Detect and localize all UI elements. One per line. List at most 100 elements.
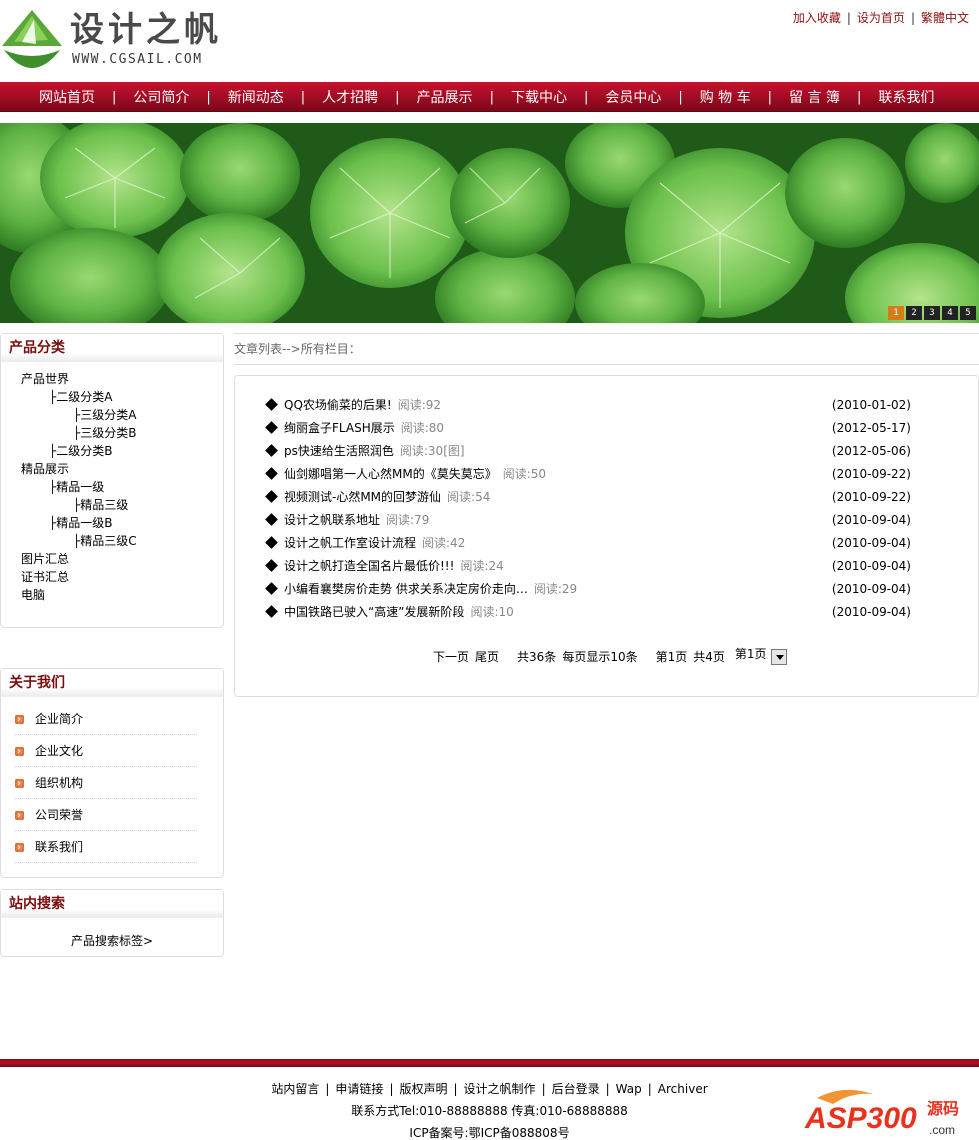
article-date: (2010-09-04) (831, 536, 911, 550)
article-title[interactable]: 绚丽盒子FLASH展示 (284, 421, 395, 435)
about-item-profile[interactable]: 企业简介 (15, 703, 197, 736)
article-title[interactable]: QQ农场偷菜的后果! (284, 398, 392, 412)
site-logo[interactable]: 设计之帆 WWW.CGSAIL.COM (0, 4, 240, 72)
nav-item-products[interactable]: 产品展示 (400, 87, 490, 107)
article-title[interactable]: 设计之帆联系地址 (284, 513, 380, 527)
about-item-honors[interactable]: 公司荣誉 (15, 799, 197, 832)
separator: | (389, 1082, 394, 1096)
nav-item-about[interactable]: 公司简介 (116, 87, 206, 107)
total-pages: 共4页 (693, 650, 725, 664)
separator: | (325, 1082, 330, 1096)
nav-item-members[interactable]: 会员中心 (588, 87, 678, 107)
footer-link-apply[interactable]: 申请链接 (335, 1082, 383, 1096)
asp300-watermark-logo: ASP300 源码 .com (804, 1089, 959, 1137)
about-item-label: 企业简介 (35, 712, 84, 726)
chevron-down-icon[interactable] (770, 648, 787, 665)
black-diamond-icon (265, 559, 278, 572)
article-title[interactable]: 视频测试-心然MM的回梦游仙 (284, 490, 441, 504)
nav-item-news[interactable]: 新闻动态 (211, 87, 301, 107)
about-us-title: 关于我们 (1, 669, 223, 697)
category-item[interactable]: ├精品三级 (1, 496, 223, 514)
footer-link-message[interactable]: 站内留言 (271, 1082, 319, 1096)
article-title[interactable]: 设计之帆打造全国名片最低价!!! (284, 559, 454, 573)
nav-item-contact[interactable]: 联系我们 (861, 87, 951, 107)
hero-banner[interactable]: 1 2 3 4 5 (0, 123, 979, 323)
nav-item-jobs[interactable]: 人才招聘 (305, 87, 395, 107)
article-title[interactable]: 仙剑娜唱第一人心然MM的《莫失莫忘》 (284, 467, 497, 481)
black-diamond-icon (265, 582, 278, 595)
banner-page-3[interactable]: 3 (924, 306, 940, 320)
black-diamond-icon (265, 467, 278, 480)
article-reads: 阅读:54 (447, 490, 491, 504)
category-item[interactable]: ├精品三级C (1, 532, 223, 550)
category-item[interactable]: 精品展示 (1, 460, 223, 478)
article-date: (2010-09-04) (831, 513, 911, 527)
banner-page-5[interactable]: 5 (960, 306, 976, 320)
orange-arrow-bullet-icon (15, 736, 24, 768)
category-item[interactable]: ├精品一级B (1, 514, 223, 532)
separator: | (605, 1082, 610, 1096)
article-date: (2010-09-04) (831, 559, 911, 573)
article-reads: 阅读:29 (533, 582, 578, 596)
black-diamond-icon (265, 444, 278, 457)
footer-link-copyright[interactable]: 版权声明 (399, 1082, 447, 1096)
site-search-box: 站内搜索 产品搜索标签> (0, 889, 224, 957)
article-reads: 阅读:24 (460, 559, 504, 573)
article-date: (2010-09-22) (831, 467, 911, 481)
page-select[interactable]: 第1页 (735, 647, 793, 665)
next-page-link[interactable]: 下一页 (433, 648, 469, 665)
nav-item-home[interactable]: 网站首页 (22, 87, 112, 107)
orange-arrow-bullet-icon (15, 768, 24, 800)
list-item: 视频测试-心然MM的回梦游仙 阅读:54 (2010-09-22) (263, 486, 911, 509)
about-item-culture[interactable]: 企业文化 (15, 735, 197, 768)
last-page-link[interactable]: 尾页 (475, 648, 499, 665)
category-item[interactable]: ├二级分类B (1, 442, 223, 460)
page-select-value: 第1页 (734, 647, 767, 661)
category-item[interactable]: 产品世界 (1, 370, 223, 388)
about-item-organization[interactable]: 组织机构 (15, 767, 197, 800)
category-item[interactable]: 图片汇总 (1, 550, 223, 568)
banner-page-2[interactable]: 2 (906, 306, 922, 320)
footer-divider (0, 1059, 979, 1067)
footer-link-wap[interactable]: Wap (616, 1082, 642, 1096)
about-item-label: 企业文化 (35, 744, 84, 758)
article-title[interactable]: 中国铁路已驶入“高速”发展新阶段 (284, 605, 464, 619)
product-search-tag-link[interactable]: 产品搜索标签> (1, 932, 223, 949)
article-list: QQ农场偷菜的后果! 阅读:92 (2010-01-02) 绚丽盒子FLASH展示阅… (263, 394, 911, 624)
footer-link-admin[interactable]: 后台登录 (552, 1082, 600, 1096)
article-title[interactable]: ps快速给生活照润色 (284, 444, 394, 458)
article-date: (2010-09-04) (831, 582, 911, 596)
category-item[interactable]: ├三级分类A (1, 406, 223, 424)
footer-link-archiver[interactable]: Archiver (658, 1082, 708, 1096)
total-count: 共36条 (517, 650, 557, 664)
orange-arrow-bullet-icon (15, 704, 24, 736)
black-diamond-icon (265, 421, 278, 434)
top-links: 加入收藏 | 设为首页 | 繁體中文 (793, 9, 969, 26)
footer-link-made-by[interactable]: 设计之帆制作 (464, 1082, 536, 1096)
separator: | (541, 1082, 546, 1096)
nav-item-cart[interactable]: 购 物 车 (683, 87, 768, 107)
nav-item-guestbook[interactable]: 留 言 簿 (772, 87, 857, 107)
category-item[interactable]: ├三级分类B (1, 424, 223, 442)
category-item[interactable]: 电脑 (1, 586, 223, 604)
article-date: (2010-09-04) (831, 605, 911, 619)
breadcrumb: 文章列表-->所有栏目： (234, 333, 979, 365)
add-favorite-link[interactable]: 加入收藏 (793, 11, 841, 25)
category-item[interactable]: 证书汇总 (1, 568, 223, 586)
article-date: (2010-09-22) (831, 490, 911, 504)
category-item[interactable]: ├精品一级 (1, 478, 223, 496)
category-list: 产品世界 ├二级分类A ├三级分类A ├三级分类B ├二级分类B 精品展示 ├精… (1, 362, 223, 604)
about-item-contact[interactable]: 联系我们 (15, 831, 197, 864)
article-title[interactable]: 设计之帆工作室设计流程 (284, 536, 416, 550)
site-search-title: 站内搜索 (1, 890, 223, 918)
banner-page-4[interactable]: 4 (942, 306, 958, 320)
set-homepage-link[interactable]: 设为首页 (857, 11, 905, 25)
black-diamond-icon (265, 398, 278, 411)
article-title[interactable]: 小编看襄樊房价走势 供求关系决定房价走向… (284, 582, 528, 596)
nav-item-downloads[interactable]: 下载中心 (494, 87, 584, 107)
article-date: (2010-01-02) (831, 398, 911, 412)
category-item[interactable]: ├二级分类A (1, 388, 223, 406)
banner-page-1[interactable]: 1 (888, 306, 904, 320)
traditional-chinese-link[interactable]: 繁體中文 (921, 11, 969, 25)
separator: | (846, 11, 851, 25)
